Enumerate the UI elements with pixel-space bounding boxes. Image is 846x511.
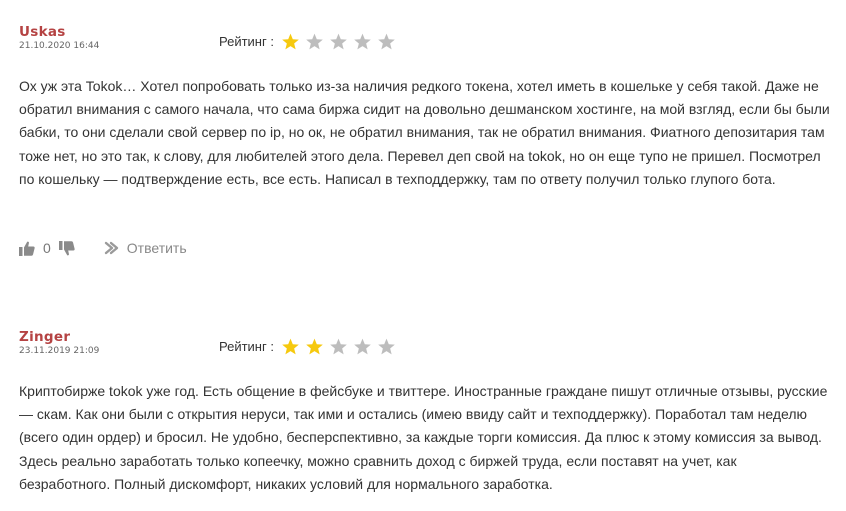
star-empty-icon (329, 337, 348, 356)
thumbs-up-icon[interactable] (19, 241, 35, 256)
star-filled-icon (281, 337, 300, 356)
star-filled-icon (305, 337, 324, 356)
review-author[interactable]: Uskas (19, 24, 66, 40)
rating-stars (281, 32, 401, 51)
thumbs-down-icon[interactable] (58, 240, 75, 256)
review-date: 21.10.2020 16:44 (19, 41, 100, 51)
review-author[interactable]: Zinger (19, 329, 70, 345)
review-date: 23.11.2019 21:09 (19, 346, 100, 356)
review-actions: 0 Ответить (19, 240, 187, 256)
reply-arrow-icon[interactable] (103, 241, 119, 255)
star-empty-icon (305, 32, 324, 51)
review-rating: Рейтинг : (219, 337, 401, 356)
star-filled-icon (281, 32, 300, 51)
star-empty-icon (329, 32, 348, 51)
review-rating: Рейтинг : (219, 32, 401, 51)
star-empty-icon (377, 32, 396, 51)
review-text: Ох уж эта Tokok… Хотел попробовать тольк… (19, 78, 830, 187)
star-empty-icon (377, 337, 396, 356)
rating-stars (281, 337, 401, 356)
rating-label: Рейтинг : (219, 34, 274, 49)
star-empty-icon (353, 32, 372, 51)
like-count: 0 (43, 240, 51, 256)
rating-label: Рейтинг : (219, 339, 274, 354)
review-text: Криптобирже tokok уже год. Есть общение … (19, 383, 828, 492)
reply-button[interactable]: Ответить (127, 240, 187, 256)
star-empty-icon (353, 337, 372, 356)
